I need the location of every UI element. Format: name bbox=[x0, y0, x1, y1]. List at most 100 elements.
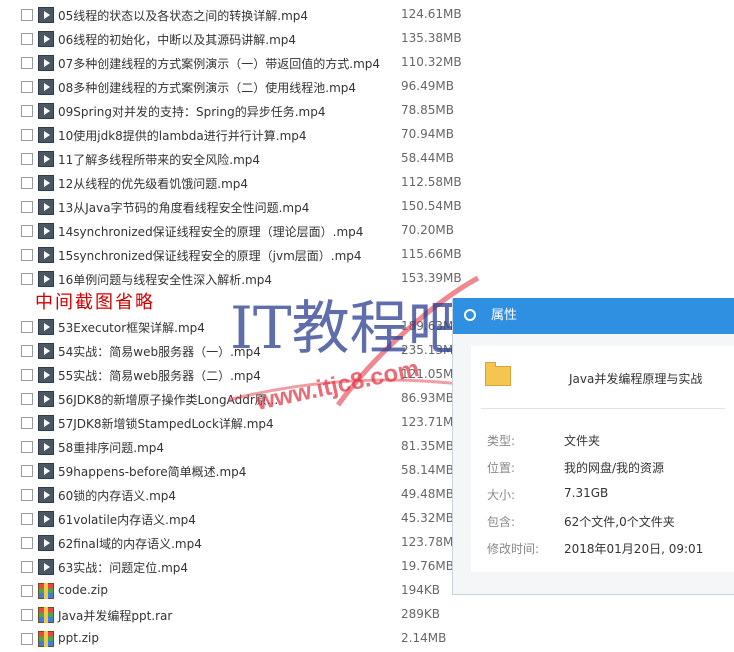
file-name[interactable]: Java并发编程ppt.rar bbox=[58, 607, 172, 624]
file-row[interactable]: 07多种创建线程的方式案例演示（一）带返回值的方式.mp4 110.32MB bbox=[0, 52, 470, 76]
row-checkbox[interactable] bbox=[21, 249, 33, 261]
file-row[interactable]: 11了解多线程所带来的安全风险.mp4 58.44MB bbox=[0, 148, 470, 172]
file-name[interactable]: 60锁的内存语义.mp4 bbox=[58, 487, 176, 504]
omitted-note: 中间截图省略 bbox=[35, 292, 155, 313]
file-name[interactable]: 57JDK8新增锁StampedLock详解.mp4 bbox=[58, 415, 274, 432]
file-row[interactable]: 09Spring对并发的支持：Spring的异步任务.mp4 78.85MB bbox=[0, 100, 470, 124]
file-name[interactable]: 56JDK8的新增原子操作类LongAddr原... bbox=[58, 391, 278, 408]
file-size: 150.54MB bbox=[401, 199, 462, 213]
video-file-icon bbox=[38, 535, 54, 551]
file-name[interactable]: 58重排序问题.mp4 bbox=[58, 439, 164, 456]
row-checkbox[interactable] bbox=[21, 225, 33, 237]
file-size: 110.32MB bbox=[401, 55, 462, 69]
prop-value-contains: 62个文件,0个文件夹 bbox=[564, 515, 675, 529]
row-checkbox[interactable] bbox=[21, 57, 33, 69]
file-row[interactable]: 10使用jdk8提供的lambda进行并行计算.mp4 70.94MB bbox=[0, 124, 470, 148]
file-row[interactable]: Java并发编程ppt.rar 289KB bbox=[0, 604, 470, 628]
file-name[interactable]: 05线程的状态以及各状态之间的转换详解.mp4 bbox=[58, 7, 308, 24]
archive-file-icon bbox=[38, 631, 54, 647]
file-row[interactable]: 54实战：简易web服务器（一）.mp4 235.13MB bbox=[0, 340, 470, 364]
file-name[interactable]: 53Executor框架详解.mp4 bbox=[58, 319, 205, 336]
file-name[interactable]: 07多种创建线程的方式案例演示（一）带返回值的方式.mp4 bbox=[58, 55, 380, 72]
file-name[interactable]: 09Spring对并发的支持：Spring的异步任务.mp4 bbox=[58, 103, 325, 120]
file-size: 78.85MB bbox=[401, 103, 454, 117]
row-checkbox[interactable] bbox=[21, 609, 33, 621]
video-file-icon bbox=[38, 463, 54, 479]
file-name[interactable]: 08多种创建线程的方式案例演示（二）使用线程池.mp4 bbox=[58, 79, 356, 96]
file-row[interactable]: 61volatile内存语义.mp4 45.32MB bbox=[0, 508, 470, 532]
row-checkbox[interactable] bbox=[21, 177, 33, 189]
file-name[interactable]: 54实战：简易web服务器（一）.mp4 bbox=[58, 343, 261, 360]
file-row[interactable]: 55实战：简易web服务器（二）.mp4 121.05MB bbox=[0, 364, 470, 388]
file-name[interactable]: code.zip bbox=[58, 583, 108, 597]
row-checkbox[interactable] bbox=[21, 369, 33, 381]
properties-card: Java并发编程原理与实战 类型: 文件夹 位置: 我的网盘/我的资源 大小: … bbox=[471, 346, 734, 572]
video-file-icon bbox=[38, 247, 54, 263]
file-row[interactable]: 53Executor框架详解.mp4 189.63MB bbox=[0, 316, 470, 340]
row-checkbox[interactable] bbox=[21, 33, 33, 45]
row-checkbox[interactable] bbox=[21, 537, 33, 549]
folder-name: Java并发编程原理与实战 bbox=[569, 372, 703, 386]
video-file-icon bbox=[38, 271, 54, 287]
archive-file-icon bbox=[38, 607, 54, 623]
row-checkbox[interactable] bbox=[21, 633, 33, 645]
file-name[interactable]: 13从Java字节码的角度看线程安全性问题.mp4 bbox=[58, 199, 309, 216]
file-size: 70.94MB bbox=[401, 127, 454, 141]
row-checkbox[interactable] bbox=[21, 81, 33, 93]
file-name[interactable]: 15synchronized保证线程安全的原理（jvm层面）.mp4 bbox=[58, 247, 362, 264]
video-file-icon bbox=[38, 415, 54, 431]
row-checkbox[interactable] bbox=[21, 585, 33, 597]
file-row[interactable]: 56JDK8的新增原子操作类LongAddr原... 86.93MB bbox=[0, 388, 470, 412]
row-checkbox[interactable] bbox=[21, 105, 33, 117]
row-checkbox[interactable] bbox=[21, 9, 33, 21]
file-name[interactable]: 61volatile内存语义.mp4 bbox=[58, 511, 196, 528]
file-row[interactable]: 13从Java字节码的角度看线程安全性问题.mp4 150.54MB bbox=[0, 196, 470, 220]
file-row[interactable]: 62final域的内存语义.mp4 123.78MB bbox=[0, 532, 470, 556]
row-checkbox[interactable] bbox=[21, 489, 33, 501]
file-row[interactable]: 14synchronized保证线程安全的原理（理论层面）.mp4 70.20MB bbox=[0, 220, 470, 244]
prop-label-modified: 修改时间: bbox=[487, 542, 540, 556]
file-row[interactable]: 06线程的初始化，中断以及其源码讲解.mp4 135.38MB bbox=[0, 28, 470, 52]
video-file-icon bbox=[38, 127, 54, 143]
row-checkbox[interactable] bbox=[21, 441, 33, 453]
row-checkbox[interactable] bbox=[21, 345, 33, 357]
file-list: 05线程的状态以及各状态之间的转换详解.mp4 124.61MB 06线程的初始化，… bbox=[0, 4, 470, 652]
file-row[interactable]: 58重排序问题.mp4 81.35MB bbox=[0, 436, 470, 460]
video-file-icon bbox=[38, 103, 54, 119]
file-name[interactable]: 63实战：问题定位.mp4 bbox=[58, 559, 188, 576]
row-checkbox[interactable] bbox=[21, 465, 33, 477]
row-checkbox[interactable] bbox=[21, 393, 33, 405]
row-checkbox[interactable] bbox=[21, 513, 33, 525]
file-size: 81.35MB bbox=[401, 439, 454, 453]
file-row[interactable]: code.zip 194KB bbox=[0, 580, 470, 604]
file-name[interactable]: 14synchronized保证线程安全的原理（理论层面）.mp4 bbox=[58, 223, 363, 240]
file-name[interactable]: 62final域的内存语义.mp4 bbox=[58, 535, 202, 552]
file-name[interactable]: ppt.zip bbox=[58, 631, 99, 645]
file-name[interactable]: 55实战：简易web服务器（二）.mp4 bbox=[58, 367, 261, 384]
file-row[interactable]: ppt.zip 2.14MB bbox=[0, 628, 470, 652]
file-size: 86.93MB bbox=[401, 391, 454, 405]
file-row[interactable]: 15synchronized保证线程安全的原理（jvm层面）.mp4 115.66… bbox=[0, 244, 470, 268]
file-name[interactable]: 16单例问题与线程安全性深入解析.mp4 bbox=[58, 271, 272, 288]
file-size: 194KB bbox=[401, 583, 441, 597]
row-checkbox[interactable] bbox=[21, 321, 33, 333]
row-checkbox[interactable] bbox=[21, 417, 33, 429]
row-checkbox[interactable] bbox=[21, 129, 33, 141]
file-row[interactable]: 60锁的内存语义.mp4 49.48MB bbox=[0, 484, 470, 508]
file-row[interactable]: 12从线程的优先级看饥饿问题.mp4 112.58MB bbox=[0, 172, 470, 196]
file-row[interactable]: 59happens-before简单概述.mp4 58.14MB bbox=[0, 460, 470, 484]
file-name[interactable]: 11了解多线程所带来的安全风险.mp4 bbox=[58, 151, 260, 168]
file-name[interactable]: 12从线程的优先级看饥饿问题.mp4 bbox=[58, 175, 248, 192]
row-checkbox[interactable] bbox=[21, 201, 33, 213]
file-name[interactable]: 10使用jdk8提供的lambda进行并行计算.mp4 bbox=[58, 127, 307, 144]
file-row[interactable]: 05线程的状态以及各状态之间的转换详解.mp4 124.61MB bbox=[0, 4, 470, 28]
row-checkbox[interactable] bbox=[21, 153, 33, 165]
file-name[interactable]: 06线程的初始化，中断以及其源码讲解.mp4 bbox=[58, 31, 296, 48]
file-row[interactable]: 63实战：问题定位.mp4 19.76MB bbox=[0, 556, 470, 580]
file-name[interactable]: 59happens-before简单概述.mp4 bbox=[58, 463, 246, 480]
row-checkbox[interactable] bbox=[21, 273, 33, 285]
video-file-icon bbox=[38, 319, 54, 335]
row-checkbox[interactable] bbox=[21, 561, 33, 573]
file-row[interactable]: 08多种创建线程的方式案例演示（二）使用线程池.mp4 96.49MB bbox=[0, 76, 470, 100]
file-row[interactable]: 57JDK8新增锁StampedLock详解.mp4 123.71MB bbox=[0, 412, 470, 436]
